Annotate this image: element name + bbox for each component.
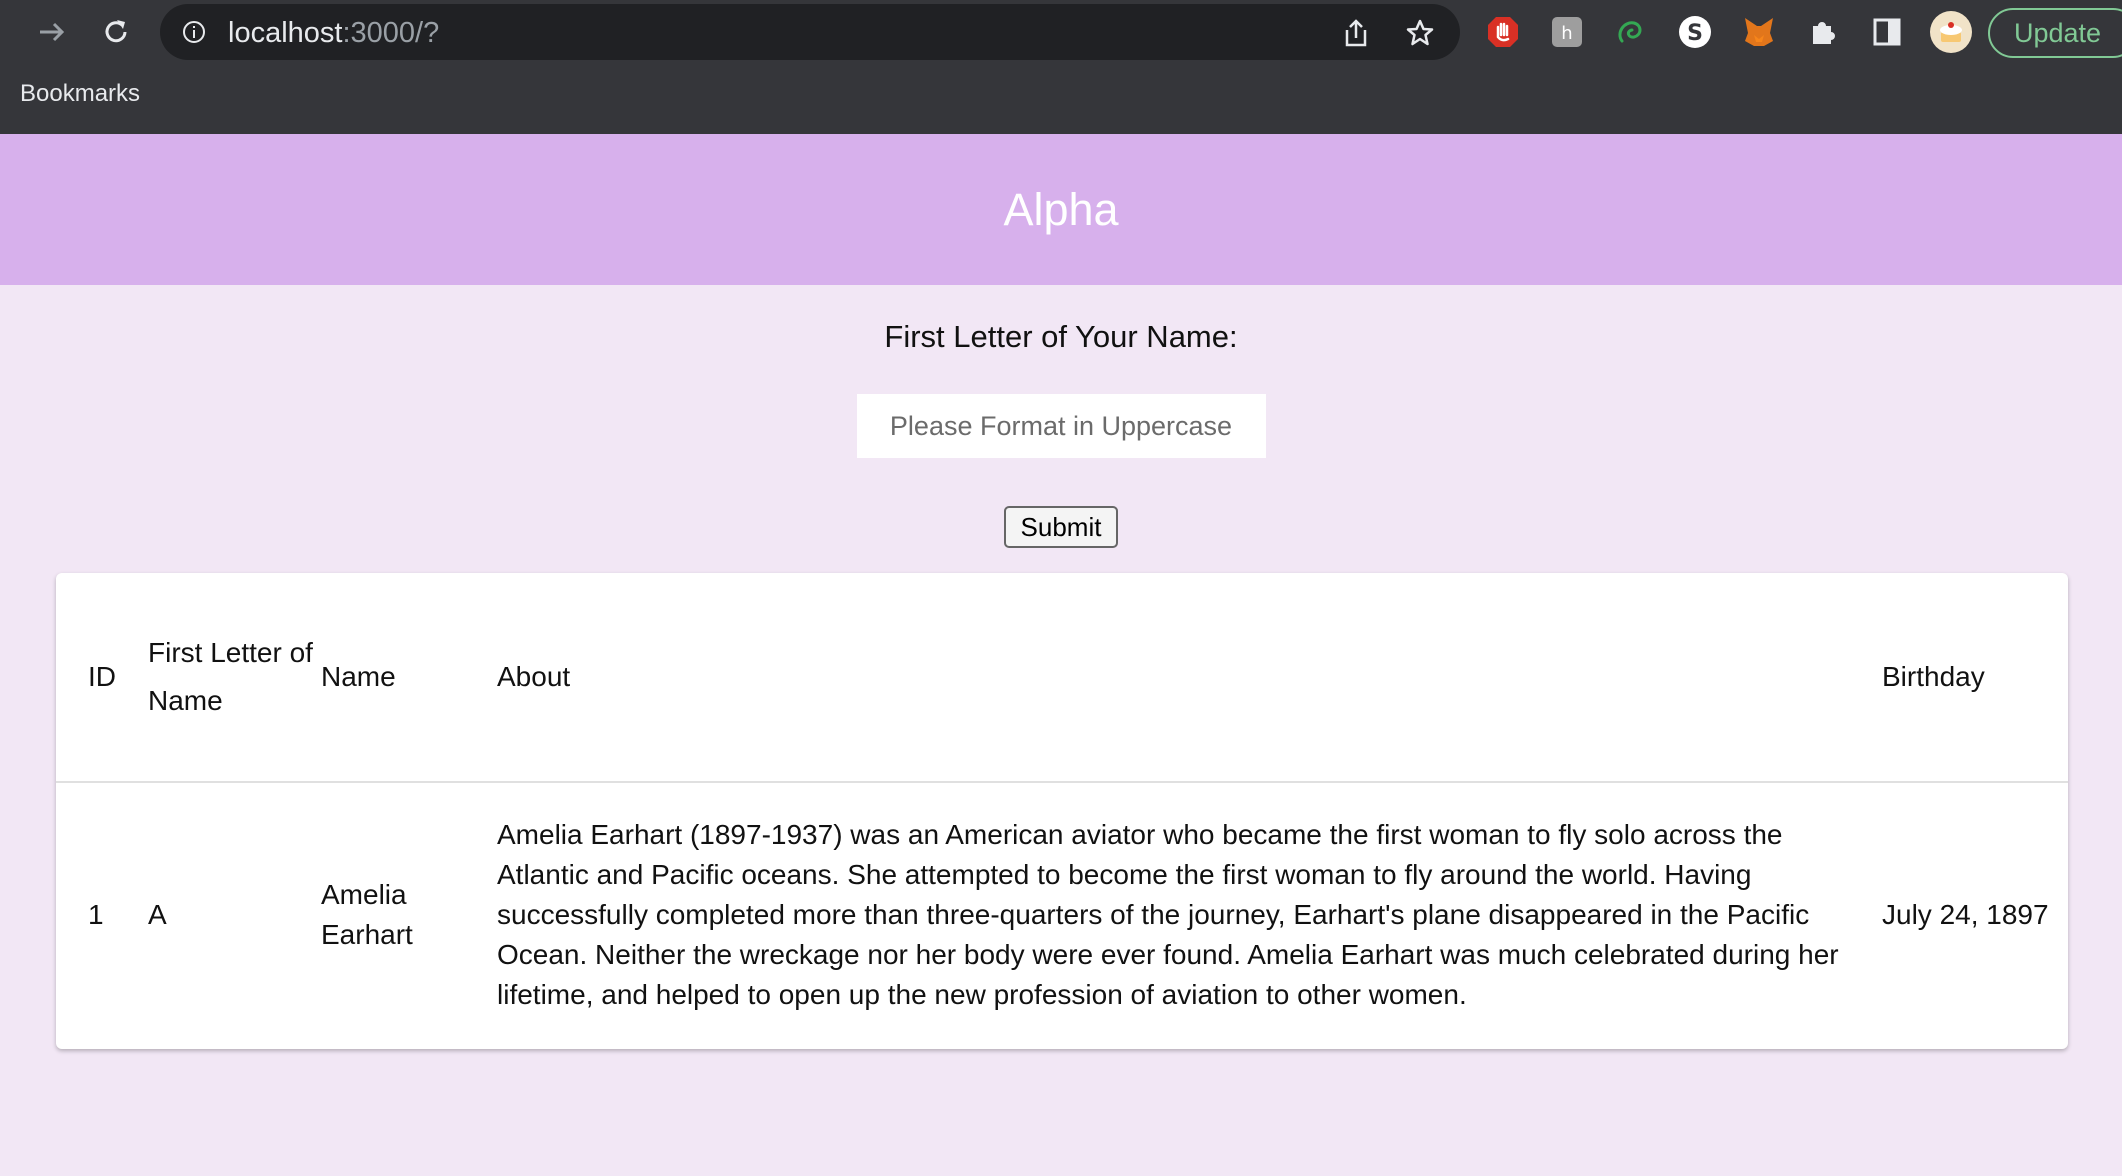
letter-form: First Letter of Your Name: Submit xyxy=(0,319,2122,548)
extension-swirl-icon[interactable] xyxy=(1613,14,1649,50)
adblock-icon[interactable] xyxy=(1485,14,1521,50)
results-table-card: ID First Letter of Name Name About Birth… xyxy=(56,573,2068,1049)
bookmarks-bar: Bookmarks xyxy=(0,64,2122,134)
svg-text:h: h xyxy=(1561,23,1572,44)
puzzle-icon[interactable] xyxy=(1805,14,1841,50)
url-text[interactable]: localhost:3000/? xyxy=(228,17,439,50)
browser-toolbar: localhost:3000/? h S Update xyxy=(0,0,2122,64)
cell-id: 1 xyxy=(88,899,104,930)
url-path: :3000/? xyxy=(342,17,440,49)
header-letter: First Letter of Name xyxy=(148,573,321,783)
address-bar[interactable]: localhost:3000/? xyxy=(160,4,1460,60)
info-icon[interactable] xyxy=(182,20,206,44)
star-icon[interactable] xyxy=(1404,17,1436,49)
cell-about: Amelia Earhart (1897-1937) was an Americ… xyxy=(497,819,1839,1010)
bookmarks-folder[interactable]: Bookmarks xyxy=(20,80,140,108)
cell-letter: A xyxy=(148,899,167,930)
form-label: First Letter of Your Name: xyxy=(884,319,1238,354)
page-header: Alpha xyxy=(0,134,2122,285)
metamask-icon[interactable] xyxy=(1741,14,1777,50)
results-table: ID First Letter of Name Name About Birth… xyxy=(56,573,2068,1047)
update-button[interactable]: Update xyxy=(1988,8,2122,58)
share-icon[interactable] xyxy=(1340,17,1372,49)
table-header-row: ID First Letter of Name Name About Birth… xyxy=(56,573,2068,783)
header-about: About xyxy=(497,573,1882,783)
sidepanel-icon[interactable] xyxy=(1869,14,1905,50)
extension-s-icon[interactable]: S xyxy=(1677,14,1713,50)
submit-button[interactable]: Submit xyxy=(1004,506,1118,548)
reload-icon[interactable] xyxy=(96,12,136,52)
header-id: ID xyxy=(56,573,148,783)
letter-input[interactable] xyxy=(856,394,1266,458)
page-title: Alpha xyxy=(1003,183,1119,235)
url-host: localhost xyxy=(228,17,343,49)
header-birthday: Birthday xyxy=(1882,573,2068,783)
svg-text:S: S xyxy=(1687,21,1703,46)
table-row: 1 A Amelia Earhart Amelia Earhart (1897-… xyxy=(56,782,2068,1047)
forward-icon[interactable] xyxy=(32,12,72,52)
profile-avatar[interactable] xyxy=(1929,10,1973,54)
cell-name: Amelia Earhart xyxy=(321,879,413,950)
extension-h-icon[interactable]: h xyxy=(1549,14,1585,50)
browser-chrome: localhost:3000/? h S Update Bookmarks xyxy=(0,0,2122,134)
header-name: Name xyxy=(321,573,497,783)
cell-birthday: July 24, 1897 xyxy=(1882,899,2049,930)
